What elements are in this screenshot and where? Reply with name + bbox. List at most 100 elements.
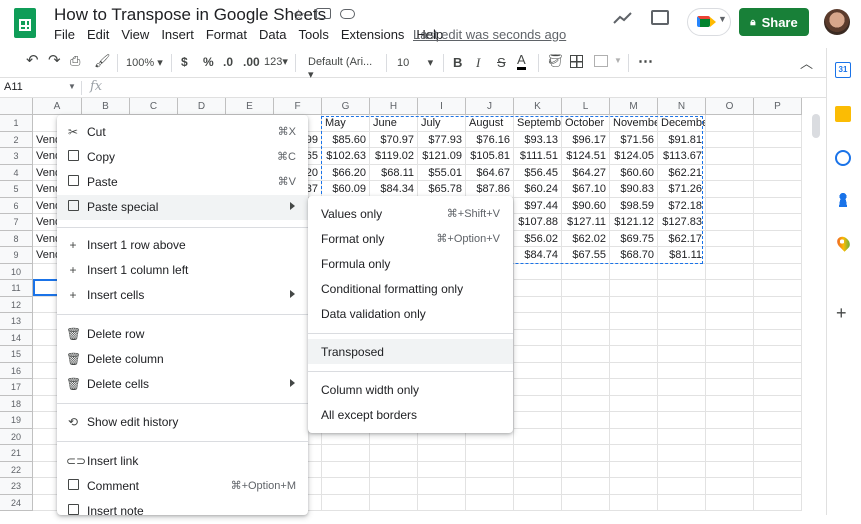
column-header[interactable]: C [130,98,178,115]
column-header[interactable]: G [322,98,370,115]
cell[interactable] [514,379,562,396]
cloud-status-icon[interactable] [340,9,355,19]
name-box[interactable]: A11 [4,81,23,93]
more-icon[interactable]: ⋯ [638,52,653,70]
row-header[interactable]: 16 [0,362,33,379]
cell[interactable] [562,296,610,313]
cell[interactable] [514,395,562,412]
row-header[interactable]: 1 [0,115,33,132]
cell[interactable] [418,461,466,478]
cell[interactable] [418,445,466,462]
cell[interactable] [754,296,802,313]
cell[interactable] [754,263,802,280]
star-icon[interactable]: ☆ [292,6,305,24]
decrease-decimal-button[interactable]: .0 [223,55,233,69]
cell[interactable] [610,494,658,511]
cell[interactable] [562,313,610,330]
cell[interactable] [610,445,658,462]
cell[interactable] [706,494,754,511]
cell[interactable] [610,379,658,396]
cell[interactable] [754,346,802,363]
cell[interactable] [514,428,562,445]
cell[interactable] [562,263,610,280]
cell[interactable] [658,362,706,379]
row-header[interactable]: 21 [0,445,33,462]
cell[interactable] [706,428,754,445]
cell[interactable] [610,313,658,330]
cell[interactable] [658,346,706,363]
cell[interactable] [754,247,802,264]
row-header[interactable]: 24 [0,494,33,511]
cell[interactable] [514,362,562,379]
cell[interactable] [514,445,562,462]
redo-icon[interactable]: ↷ [48,51,61,69]
cell[interactable] [610,478,658,495]
cell[interactable] [610,428,658,445]
row-header[interactable]: 10 [0,263,33,280]
column-header[interactable]: B [82,98,130,115]
cell[interactable] [754,280,802,297]
row-header[interactable]: 22 [0,461,33,478]
cell[interactable] [562,329,610,346]
cell[interactable] [562,494,610,511]
cell[interactable] [562,478,610,495]
row-header[interactable]: 15 [0,346,33,363]
cell[interactable] [610,296,658,313]
cell[interactable] [706,296,754,313]
menu-item-comment[interactable]: Comment ⌘+Option+M [57,474,308,499]
cell[interactable] [754,131,802,148]
menu-item-delete-cells[interactable]: 🗑︎ Delete cells [57,372,308,397]
menu-file[interactable]: File [54,27,75,42]
cell[interactable] [754,461,802,478]
keep-icon[interactable] [835,106,851,122]
avatar[interactable] [824,9,850,35]
menu-item-delete-row[interactable]: 🗑︎ Delete row [57,322,308,347]
cell[interactable] [610,263,658,280]
sheets-logo-icon[interactable] [14,8,36,38]
increase-decimal-button[interactable]: .00 [243,55,260,69]
row-header[interactable]: 13 [0,313,33,330]
cell[interactable] [562,412,610,429]
column-header[interactable]: I [418,98,466,115]
cell[interactable] [514,478,562,495]
cell[interactable] [466,494,514,511]
column-header[interactable]: H [370,98,418,115]
cell[interactable] [706,313,754,330]
menu-item-cut[interactable]: ✂ Cut ⌘X [57,120,308,145]
row-header[interactable]: 2 [0,131,33,148]
paint-format-icon[interactable]: 🖌︎ [94,53,111,69]
vertical-scrollbar[interactable] [812,114,820,138]
text-color-button[interactable]: A [517,53,526,70]
last-edit-link[interactable]: Last edit was seconds ago [413,27,566,42]
submenu-item-column-width-only[interactable]: Column width only [308,377,513,402]
cell[interactable] [754,428,802,445]
menu-item-insert-note[interactable]: Insert note [57,499,308,524]
submenu-item-transposed[interactable]: Transposed [308,339,513,364]
cell[interactable] [754,445,802,462]
cell[interactable] [562,346,610,363]
cell[interactable] [754,230,802,247]
cell[interactable] [706,263,754,280]
undo-icon[interactable]: ↶ [26,51,39,69]
cell[interactable] [418,478,466,495]
cell[interactable] [658,329,706,346]
menu-view[interactable]: View [121,27,149,42]
currency-format-button[interactable]: $ [181,55,188,69]
cell[interactable] [754,412,802,429]
menu-tools[interactable]: Tools [298,27,328,42]
cell[interactable] [514,346,562,363]
cell[interactable] [562,362,610,379]
column-header[interactable]: N [658,98,706,115]
cell[interactable] [754,379,802,396]
column-header[interactable]: O [706,98,754,115]
comments-icon[interactable] [651,10,669,25]
cell[interactable] [706,214,754,231]
cell[interactable] [706,181,754,198]
fill-color-icon[interactable]: 🪣︎ [547,53,564,69]
cell[interactable] [706,395,754,412]
cell[interactable] [754,197,802,214]
move-folder-icon[interactable] [316,8,331,19]
column-header[interactable]: L [562,98,610,115]
row-header[interactable]: 9 [0,247,33,264]
cell[interactable] [514,313,562,330]
